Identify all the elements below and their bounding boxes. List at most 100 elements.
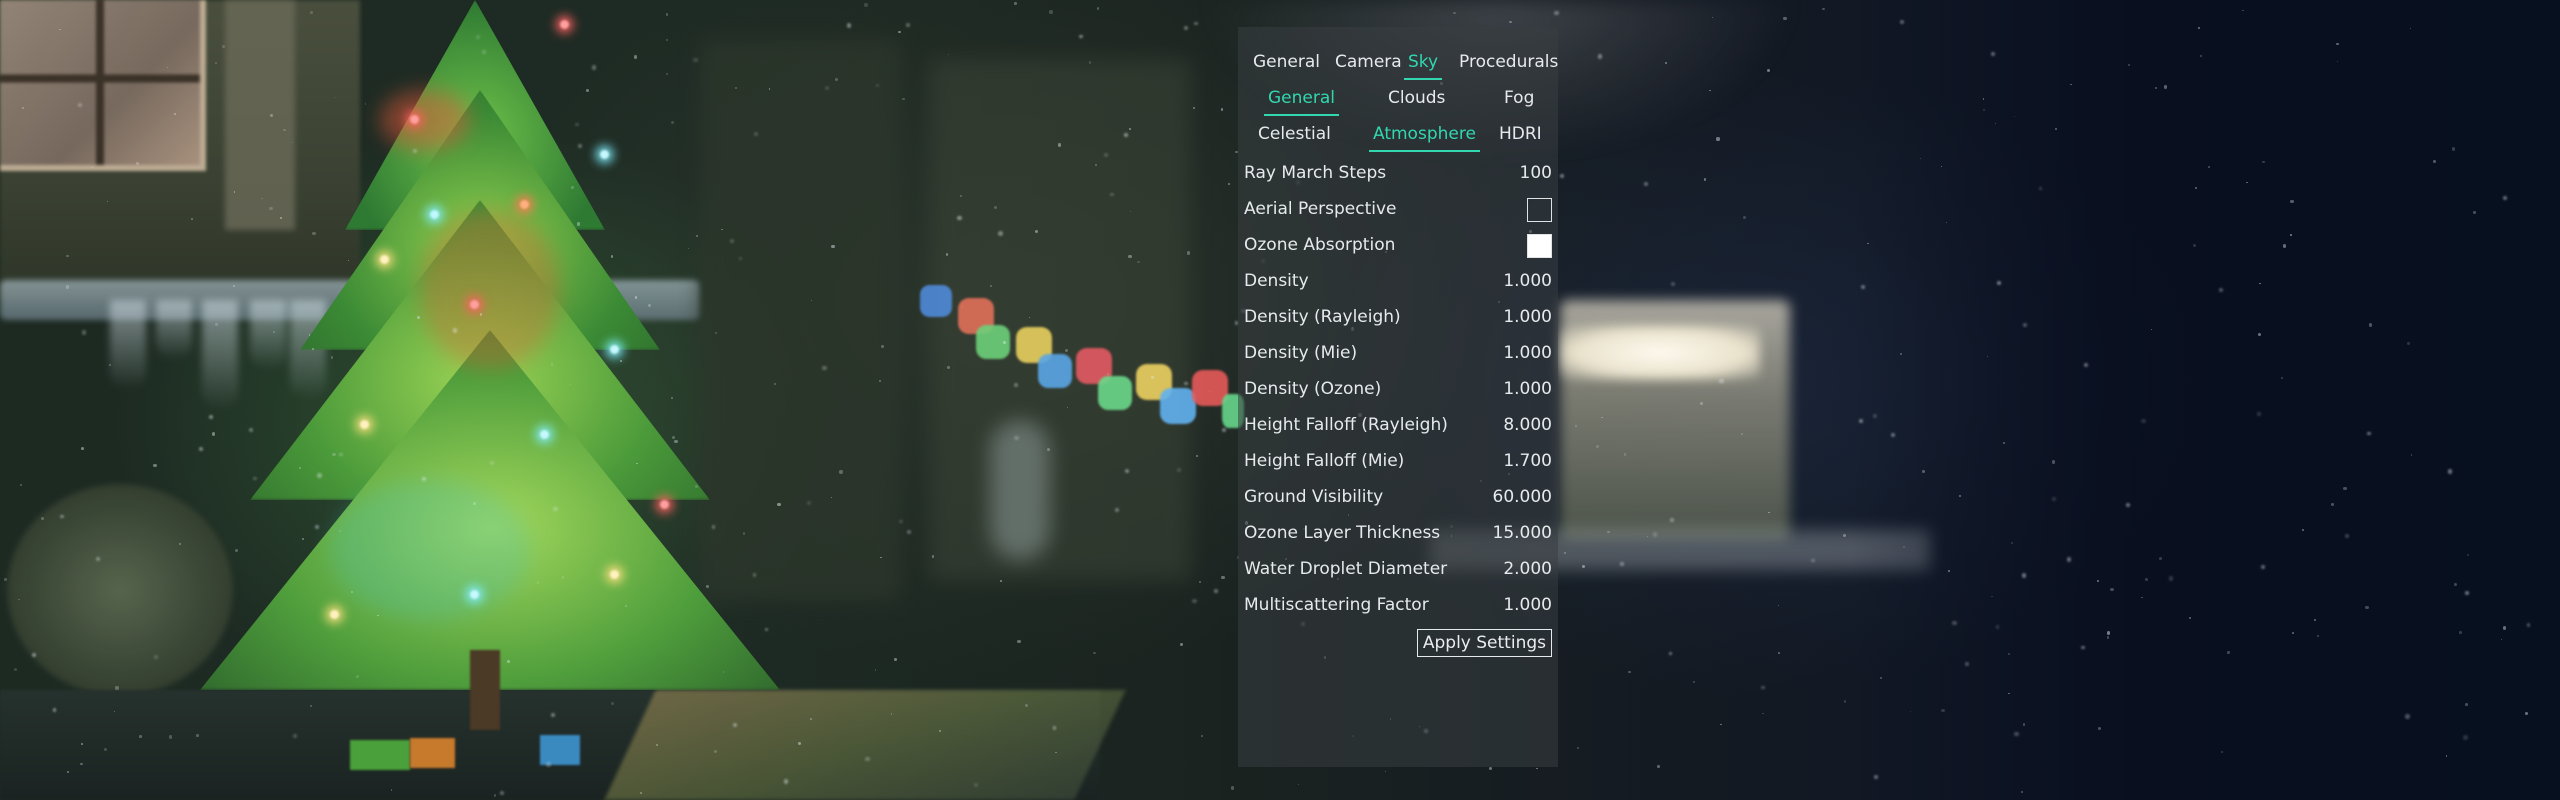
snowflake bbox=[2207, 165, 2210, 169]
snowflake bbox=[1183, 25, 1188, 30]
snowman bbox=[990, 420, 1050, 560]
snowflake bbox=[338, 530, 341, 533]
snowflake bbox=[696, 234, 699, 237]
setting-water-droplet-diameter[interactable]: Water Droplet Diameter 2.000 bbox=[1244, 551, 1552, 587]
fairy-light bbox=[410, 115, 419, 124]
snowflake bbox=[2336, 60, 2338, 63]
setting-ray-march-steps[interactable]: Ray March Steps 100 bbox=[1244, 155, 1552, 191]
snowflake bbox=[2502, 626, 2507, 630]
snowflake bbox=[1107, 373, 1109, 375]
setting-density-rayleigh[interactable]: Density (Rayleigh) 1.000 bbox=[1244, 299, 1552, 335]
snowflake bbox=[1821, 7, 1825, 11]
snowflake bbox=[576, 222, 581, 226]
tree-trunk bbox=[470, 650, 500, 730]
setting-height-falloff-rayleigh[interactable]: Height Falloff (Rayleigh) 8.000 bbox=[1244, 407, 1552, 443]
snowflake bbox=[2188, 616, 2191, 619]
setting-ozone-layer-thickness[interactable]: Ozone Layer Thickness 15.000 bbox=[1244, 515, 1552, 551]
snowflake bbox=[59, 28, 61, 31]
tab-camera[interactable]: Camera bbox=[1335, 47, 1402, 77]
snowflake bbox=[301, 537, 304, 541]
snowflake bbox=[1652, 532, 1658, 537]
ground-visibility-value[interactable]: 60.000 bbox=[1493, 479, 1552, 515]
snowflake bbox=[113, 710, 115, 712]
setting-multiscattering-factor[interactable]: Multiscattering Factor 1.000 bbox=[1244, 587, 1552, 623]
tab-atmosphere[interactable]: Atmosphere bbox=[1369, 119, 1480, 152]
tab-clouds[interactable]: Clouds bbox=[1388, 83, 1445, 113]
setting-density[interactable]: Density 1.000 bbox=[1244, 263, 1552, 299]
snowflake bbox=[280, 216, 282, 219]
multiscattering-factor-value[interactable]: 1.000 bbox=[1503, 587, 1552, 623]
ozone-layer-thickness-value[interactable]: 15.000 bbox=[1493, 515, 1552, 551]
height-falloff-mie-value[interactable]: 1.700 bbox=[1503, 443, 1552, 479]
snowflake bbox=[569, 383, 572, 385]
snowflake bbox=[2055, 127, 2058, 130]
ray-march-steps-value[interactable]: 100 bbox=[1520, 155, 1552, 191]
tab-celestial[interactable]: Celestial bbox=[1258, 119, 1331, 149]
setting-label: Multiscattering Factor bbox=[1244, 595, 1429, 615]
snowflake bbox=[1192, 106, 1195, 109]
snowflake bbox=[96, 557, 100, 561]
fairy-light bbox=[540, 430, 549, 439]
snowflake bbox=[1057, 143, 1061, 147]
snowflake bbox=[2097, 726, 2101, 730]
snowflake bbox=[1783, 16, 1787, 20]
snowflake bbox=[13, 668, 17, 671]
snowflake bbox=[2021, 573, 2026, 578]
setting-ground-visibility[interactable]: Ground Visibility 60.000 bbox=[1244, 479, 1552, 515]
tab-hdri[interactable]: HDRI bbox=[1499, 119, 1542, 149]
fairy-light bbox=[470, 300, 479, 309]
snowflake bbox=[1201, 735, 1203, 738]
tab-sky[interactable]: Sky bbox=[1403, 47, 1443, 80]
snowflake bbox=[1220, 108, 1224, 111]
setting-label: Density bbox=[1244, 271, 1309, 291]
snowflake bbox=[2110, 587, 2114, 592]
snowflake bbox=[1606, 530, 1610, 534]
apply-settings-button[interactable]: Apply Settings bbox=[1416, 629, 1552, 657]
setting-density-ozone[interactable]: Density (Ozone) 1.000 bbox=[1244, 371, 1552, 407]
height-falloff-rayleigh-value[interactable]: 8.000 bbox=[1503, 407, 1552, 443]
snowflake bbox=[2313, 618, 2316, 621]
snowflake bbox=[208, 414, 213, 419]
snowflake bbox=[2525, 712, 2529, 715]
snowflake bbox=[831, 244, 835, 249]
setting-height-falloff-mie[interactable]: Height Falloff (Mie) 1.700 bbox=[1244, 443, 1552, 479]
density-value[interactable]: 1.000 bbox=[1503, 263, 1552, 299]
snowflake bbox=[998, 231, 1003, 236]
setting-density-mie[interactable]: Density (Mie) 1.000 bbox=[1244, 335, 1552, 371]
snowflake bbox=[1078, 34, 1083, 39]
snowflake bbox=[67, 770, 69, 773]
present bbox=[540, 735, 580, 765]
snowflake bbox=[2368, 323, 2372, 327]
snowflake bbox=[1646, 535, 1649, 537]
snowflake bbox=[674, 439, 678, 444]
snowflake bbox=[2451, 147, 2455, 151]
ozone-absorption-checkbox[interactable] bbox=[1527, 234, 1552, 258]
snowflake bbox=[2367, 431, 2371, 436]
water-droplet-diameter-value[interactable]: 2.000 bbox=[1503, 551, 1552, 587]
snowflake bbox=[2343, 486, 2347, 491]
snowflake bbox=[472, 501, 476, 505]
snowflake bbox=[1670, 517, 1675, 522]
snowflake bbox=[810, 718, 812, 720]
snowflake bbox=[2227, 651, 2230, 654]
snowflake bbox=[482, 49, 486, 54]
snowflake bbox=[2464, 702, 2468, 706]
density-rayleigh-value[interactable]: 1.000 bbox=[1503, 299, 1552, 335]
snowflake bbox=[77, 103, 82, 107]
density-ozone-value[interactable]: 1.000 bbox=[1503, 371, 1552, 407]
snowflake bbox=[610, 254, 614, 258]
tab-fog[interactable]: Fog bbox=[1504, 83, 1534, 113]
snowflake bbox=[80, 447, 84, 451]
snowflake bbox=[1024, 703, 1028, 708]
snowflake bbox=[1034, 229, 1038, 233]
snowflake bbox=[1582, 564, 1586, 568]
density-mie-value[interactable]: 1.000 bbox=[1503, 335, 1552, 371]
tab-sky-general[interactable]: General bbox=[1264, 83, 1339, 116]
snowflake bbox=[1657, 765, 1660, 768]
tab-procedurals[interactable]: Procedurals bbox=[1459, 47, 1558, 77]
snowflake bbox=[777, 502, 781, 507]
tab-general[interactable]: General bbox=[1253, 47, 1320, 77]
snowflake bbox=[1129, 128, 1131, 130]
aerial-perspective-checkbox[interactable] bbox=[1527, 198, 1552, 222]
snowflake bbox=[115, 686, 119, 690]
